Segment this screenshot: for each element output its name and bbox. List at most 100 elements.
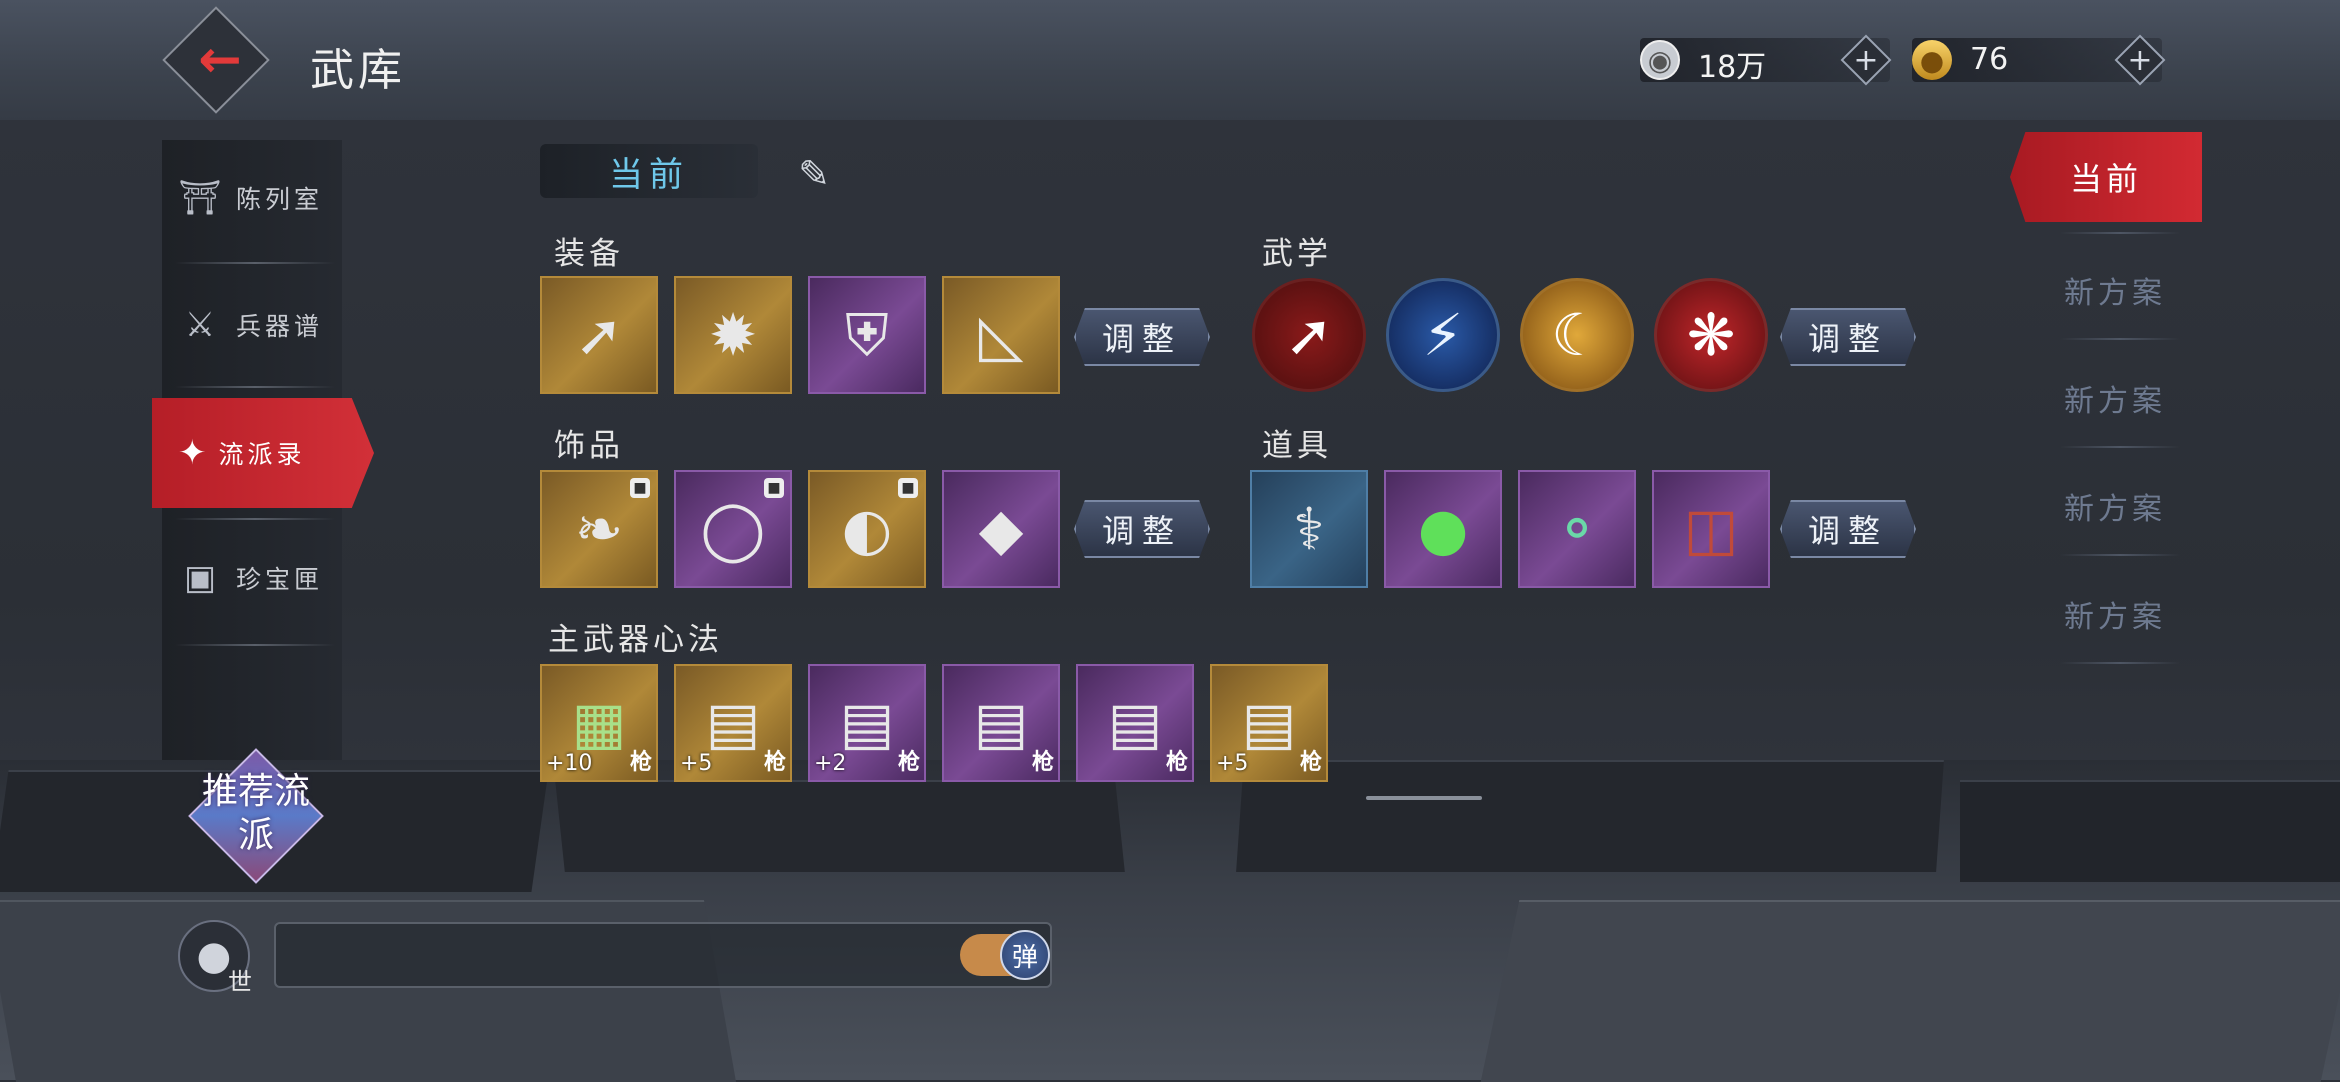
accessory-slot-pendant[interactable]: ◆ (942, 470, 1060, 588)
nav-divider (175, 644, 335, 646)
item-slot-orb[interactable]: ● (1384, 470, 1502, 588)
nav-item-weapon-list[interactable]: ⚔ 兵器谱 (162, 280, 342, 370)
nav-item-label: 陈列室 (236, 185, 324, 214)
gold-amount: 76 (1970, 42, 2009, 77)
enhance-level: +5 (1216, 751, 1249, 776)
tab-current[interactable]: 当前 (540, 144, 758, 198)
enhance-level: +5 (680, 751, 713, 776)
ring-icon: ◯ (700, 495, 766, 563)
adjust-accessory-button[interactable]: 调整 (1074, 500, 1210, 558)
nav-item-label: 流派录 (218, 440, 306, 469)
danmaku-toggle-knob[interactable]: 弹 (1000, 930, 1050, 980)
item-slot-potion[interactable]: ⚕ (1250, 470, 1368, 588)
equipment-slot-armor[interactable]: ⛨ (808, 276, 926, 394)
pavilion-icon: ⛩ (178, 178, 222, 218)
plan-new-1[interactable]: 新方案 (2040, 268, 2190, 312)
barrel-icon: ◫ (1683, 495, 1739, 563)
spear-tag-icon: 枪 (897, 750, 920, 775)
section-title-items: 道具 (1262, 428, 1332, 464)
spear-tag-icon: 枪 (629, 750, 652, 775)
rock-decoration (555, 780, 1125, 872)
enhance-level: +10 (546, 751, 593, 776)
scroll-icon: ▤ (705, 689, 761, 757)
section-title-accessory: 饰品 (554, 428, 624, 464)
lock-icon: ■ (630, 478, 650, 498)
rock-decoration (1480, 900, 2340, 1082)
weapon-art-slot[interactable]: ▤ +2 枪 (808, 664, 926, 782)
plan-current[interactable]: 当前 (2010, 132, 2202, 222)
weapon-art-slot[interactable]: ▤ 枪 (942, 664, 1060, 782)
plan-divider (2060, 662, 2180, 664)
silver-amount: 18万 (1698, 50, 1767, 85)
section-title-weapon-art: 主武器心法 (548, 622, 723, 658)
necklace-icon: ❧ (574, 495, 624, 563)
plus-icon: + (2127, 42, 2153, 78)
plan-divider (2060, 446, 2180, 448)
rock-decoration (1236, 760, 1944, 872)
adjust-items-button[interactable]: 调整 (1780, 500, 1916, 558)
rename-brush-icon[interactable]: ✎ (784, 146, 844, 202)
spear-tag-icon: 枪 (763, 750, 786, 775)
world-channel-label: 世 (228, 968, 252, 996)
plan-divider (2060, 232, 2180, 234)
rock-decoration (1960, 780, 2340, 882)
plan-divider (2060, 338, 2180, 340)
page-title: 武库 (310, 45, 406, 96)
accessory-slot-bracelet[interactable]: ◐ ■ (808, 470, 926, 588)
martial-skill-spear-icon[interactable]: ➚ (1252, 278, 1366, 392)
back-arrow-icon[interactable]: ← (190, 30, 250, 90)
enhance-level: +2 (814, 751, 847, 776)
jade-pendant-icon: ◆ (978, 495, 1024, 563)
nav-item-exhibition[interactable]: ⛩ 陈列室 (162, 153, 342, 243)
martial-skill-sword-burst-icon[interactable]: ⚡ (1386, 278, 1500, 392)
weapon-art-slot[interactable]: ▤ 枪 (1076, 664, 1194, 782)
equipment-slot-bracer[interactable]: ◺ (942, 276, 1060, 394)
weapon-rack-icon: ⚔ (184, 305, 216, 345)
adjust-equipment-button[interactable]: 调整 (1074, 308, 1210, 366)
weapon-art-slot[interactable]: ▤ +5 枪 (1210, 664, 1328, 782)
scroll-icon: ▤ (839, 689, 895, 757)
plan-new-4[interactable]: 新方案 (2040, 592, 2190, 636)
recommend-sect-label[interactable]: 推荐流派 (196, 770, 316, 858)
green-orb-icon: ● (1417, 495, 1469, 563)
spear-icon: ➚ (574, 301, 624, 369)
weapon-art-slot[interactable]: ▦ +10 枪 (540, 664, 658, 782)
microphone-icon: ● (196, 933, 232, 979)
chest-armor-icon: ⛨ (845, 300, 889, 369)
nav-item-sect-record[interactable]: ✦ 流派录 (152, 398, 374, 508)
weapon-art-slot[interactable]: ▤ +5 枪 (674, 664, 792, 782)
nav-item-treasure-box[interactable]: ▣ 珍宝匣 (162, 533, 342, 623)
spear-tag-icon: 枪 (1031, 750, 1054, 775)
bracelet-icon: ◐ (841, 495, 893, 563)
nav-divider (175, 386, 335, 388)
scroll-icon: ▤ (1241, 689, 1297, 757)
item-slot-pills[interactable]: ⚬ (1518, 470, 1636, 588)
martial-skill-swirl-icon[interactable]: ❋ (1654, 278, 1768, 392)
accessory-slot-necklace[interactable]: ❧ ■ (540, 470, 658, 588)
treasure-chest-icon: ▣ (183, 558, 217, 598)
nav-item-label: 兵器谱 (236, 312, 324, 341)
item-slot-barrel[interactable]: ◫ (1652, 470, 1770, 588)
lock-icon: ■ (764, 478, 784, 498)
jade-scroll-icon: ▦ (571, 689, 627, 757)
bracer-icon: ◺ (978, 301, 1024, 369)
adjust-martial-button[interactable]: 调整 (1780, 308, 1916, 366)
spear-tag-icon: 枪 (1299, 750, 1322, 775)
nav-divider (175, 518, 335, 520)
scroll-icon: ▤ (1107, 689, 1163, 757)
plan-new-3[interactable]: 新方案 (2040, 484, 2190, 528)
nav-divider (175, 262, 335, 264)
accessory-slot-ring[interactable]: ◯ ■ (674, 470, 792, 588)
scroll-icon: ▤ (973, 689, 1029, 757)
plan-new-2[interactable]: 新方案 (2040, 376, 2190, 420)
equipment-slot-weapon[interactable]: ➚ (540, 276, 658, 394)
section-title-equipment: 装备 (554, 236, 624, 272)
martial-skill-crescent-icon[interactable]: ☾ (1520, 278, 1634, 392)
gold-ingot-icon: ● (1912, 40, 1952, 80)
pill-plate-icon: ⚬ (1552, 495, 1602, 563)
plus-icon: + (1853, 42, 1879, 78)
equipment-slot-head[interactable]: ✹ (674, 276, 792, 394)
chat-input-bar[interactable] (274, 922, 1052, 988)
nav-item-label: 珍宝匣 (236, 565, 324, 594)
scroll-indicator (1366, 796, 1482, 800)
